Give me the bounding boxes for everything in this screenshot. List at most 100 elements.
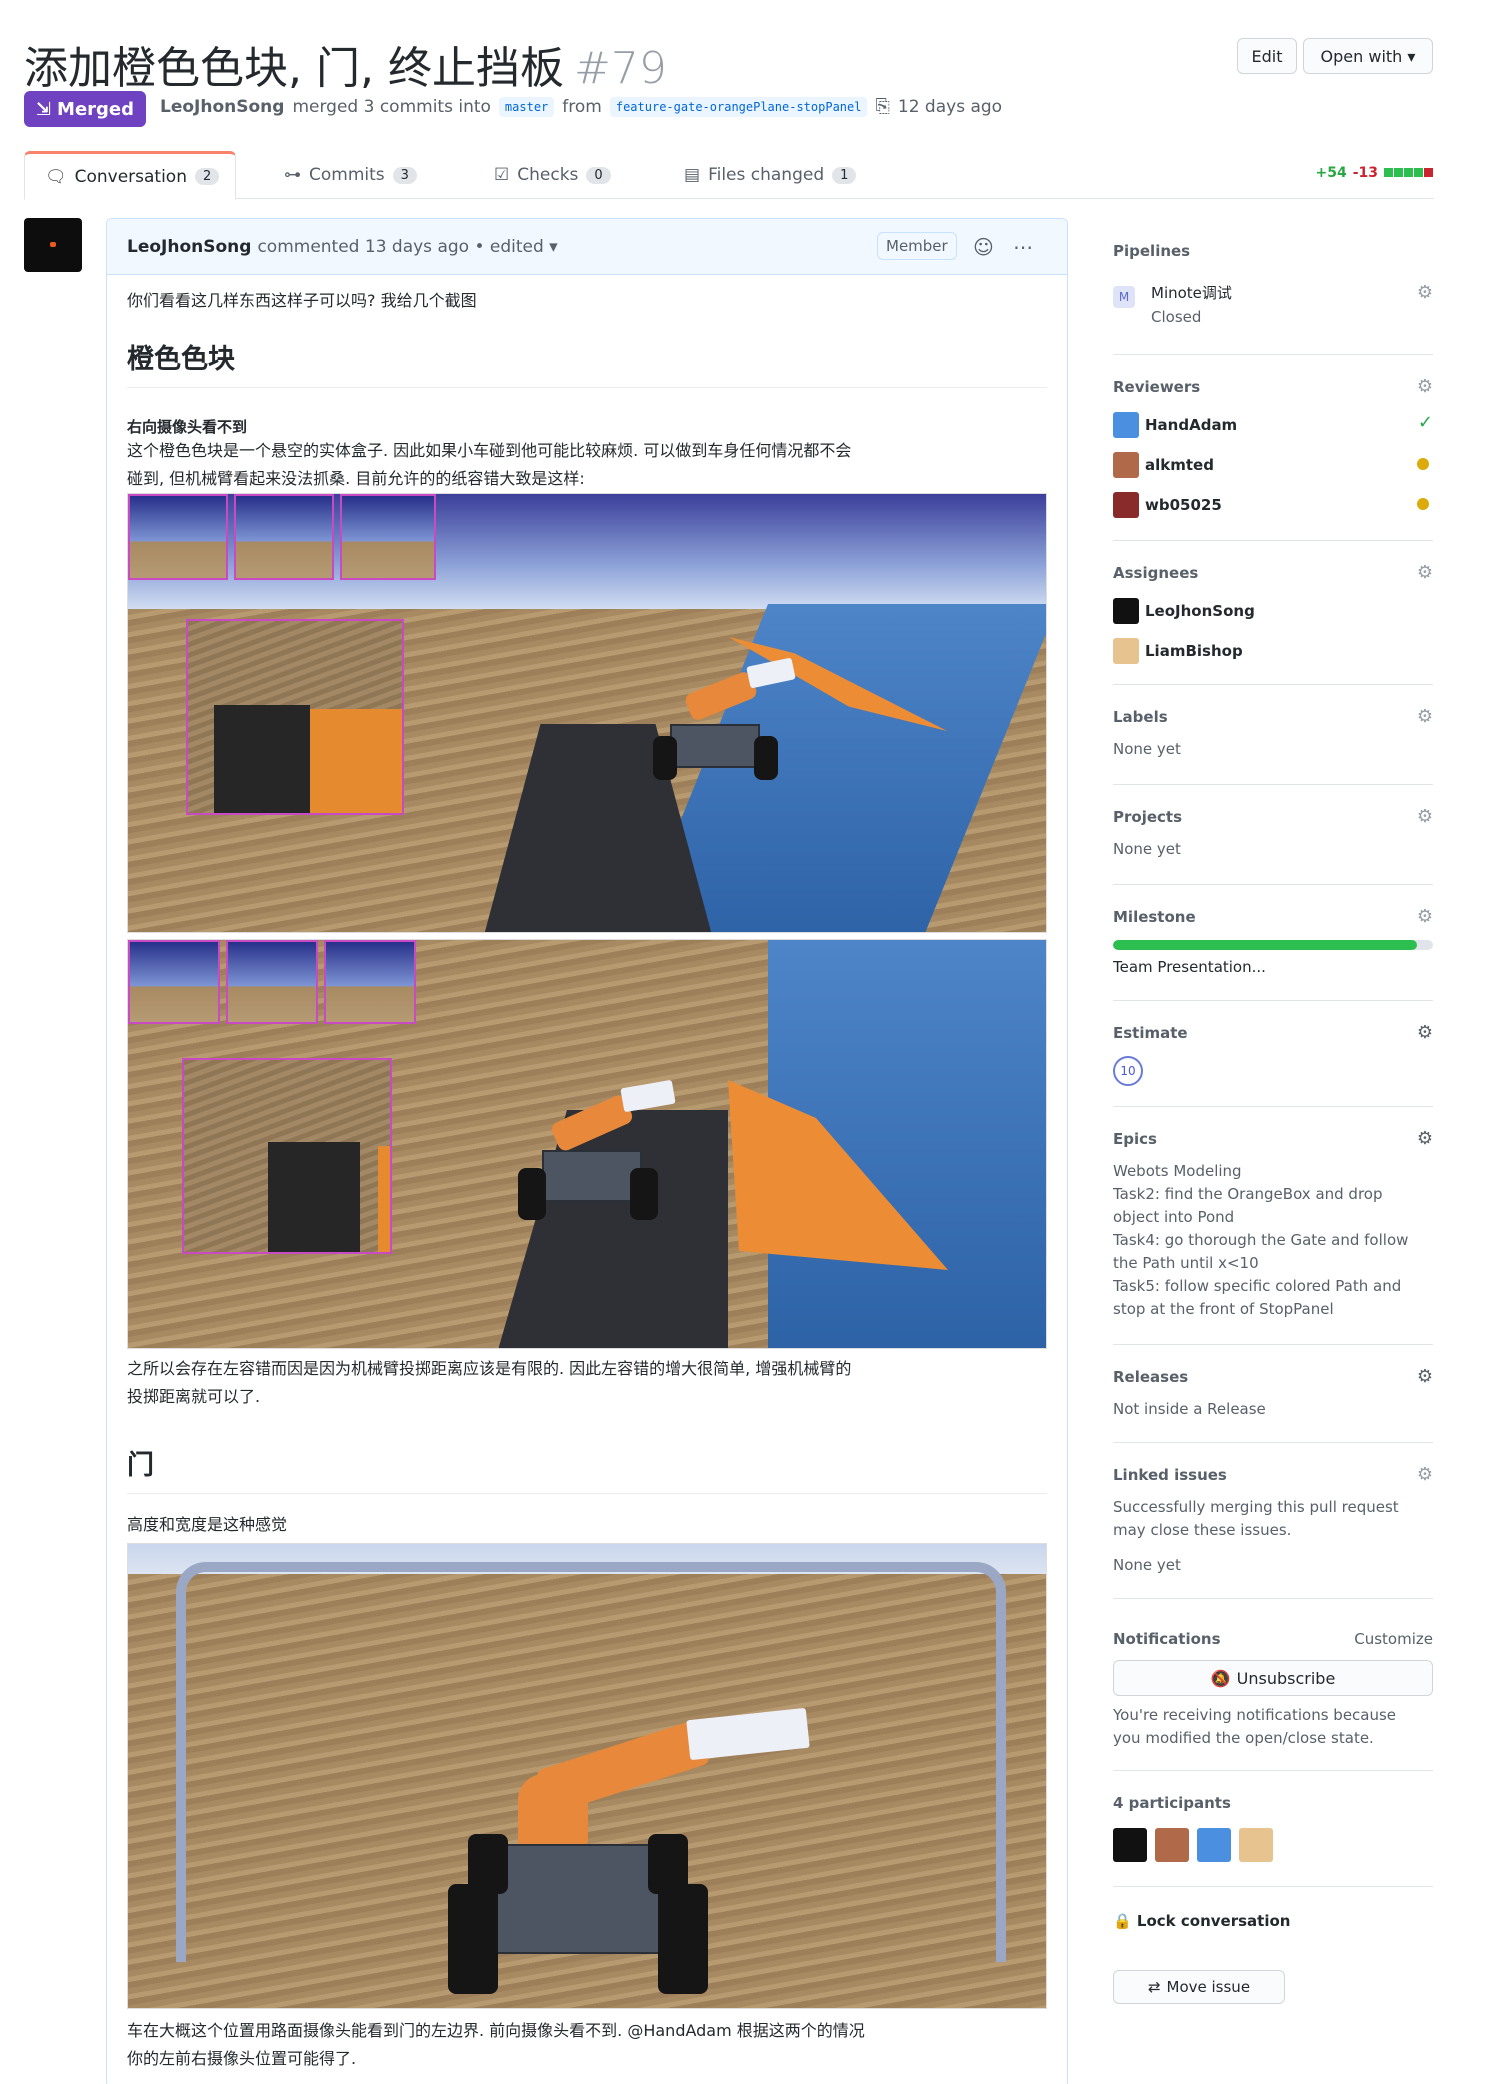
- linked-issues-text: may close these issues.: [1113, 1521, 1292, 1539]
- tab-files-changed[interactable]: ▤ Files changed 1: [664, 151, 876, 199]
- comment-discussion-icon: 🗨: [45, 166, 67, 187]
- comment-meta[interactable]: commented 13 days ago • edited ▾: [257, 237, 557, 257]
- head-branch[interactable]: feature-gate-orangePlane-stopPanel: [609, 96, 868, 117]
- gear-icon[interactable]: ⚙: [1417, 706, 1433, 727]
- epic-line[interactable]: Task2: find the OrangeBox and drop: [1113, 1183, 1383, 1206]
- gear-icon[interactable]: ⚙: [1417, 1366, 1433, 1387]
- estimate-badge[interactable]: 10: [1113, 1056, 1143, 1086]
- tab-label: Commits: [309, 165, 385, 185]
- reviewer-item[interactable]: HandAdam: [1113, 412, 1237, 438]
- diff-deletions: -13: [1352, 165, 1378, 181]
- divider: [1113, 684, 1433, 685]
- screenshot-image: [127, 493, 1047, 933]
- epic-line[interactable]: Webots Modeling: [1113, 1160, 1242, 1183]
- avatar: [1113, 452, 1139, 478]
- gear-icon[interactable]: ⚙: [1417, 376, 1433, 397]
- pr-tabs: 🗨 Conversation 2 ⊶ Commits 3 ☑ Checks 0 …: [24, 151, 1434, 200]
- avatar: [1113, 412, 1139, 438]
- assignee-name: LiamBishop: [1145, 642, 1243, 660]
- gear-icon[interactable]: ⚙: [1417, 562, 1433, 583]
- pr-title-text: 添加橙色色块, 门, 终止挡板: [24, 43, 564, 94]
- epics-heading: Epics: [1113, 1130, 1157, 1148]
- move-icon: ⇄: [1147, 1978, 1161, 1996]
- gear-icon[interactable]: ⚙: [1417, 806, 1433, 827]
- checklist-icon: ☑: [494, 165, 510, 185]
- projects-heading[interactable]: Projects: [1113, 808, 1182, 826]
- avatar[interactable]: [1155, 1828, 1189, 1862]
- merge-text: merged 3 commits into: [292, 96, 491, 117]
- tab-commits[interactable]: ⊶ Commits 3: [264, 151, 437, 199]
- member-label: Member: [877, 232, 957, 260]
- gear-icon[interactable]: ⚙: [1417, 1464, 1433, 1485]
- merge-meta: LeoJhonSong merged 3 commits into master…: [160, 96, 1002, 117]
- divider: [1113, 1442, 1433, 1443]
- tab-conversation[interactable]: 🗨 Conversation 2: [24, 151, 236, 200]
- from-text: from: [562, 96, 602, 117]
- heading-divider: [127, 387, 1047, 388]
- merged-status-badge: ⇲ Merged: [24, 91, 146, 127]
- notifications-heading: Notifications: [1113, 1630, 1221, 1648]
- divider: [1113, 1344, 1433, 1345]
- linked-issues-heading[interactable]: Linked issues: [1113, 1466, 1227, 1484]
- epic-line[interactable]: the Path until x<10: [1113, 1252, 1259, 1275]
- move-issue-button[interactable]: ⇄ Move issue: [1113, 1970, 1285, 2004]
- file-diff-icon: ▤: [684, 165, 701, 185]
- smiley-icon[interactable]: ☺: [973, 235, 994, 259]
- gear-icon[interactable]: ⚙: [1417, 282, 1433, 303]
- tab-label: Conversation: [74, 166, 187, 187]
- tab-checks[interactable]: ☑ Checks 0: [474, 151, 631, 199]
- tab-label: Checks: [517, 165, 579, 185]
- screenshot-image: [127, 1543, 1047, 2009]
- assignees-heading[interactable]: Assignees: [1113, 564, 1198, 582]
- comment-card: LeoJhonSong commented 13 days ago • edit…: [106, 218, 1068, 2084]
- gear-icon[interactable]: ⚙: [1417, 1128, 1433, 1149]
- comment-author[interactable]: LeoJhonSong: [127, 237, 251, 257]
- gear-icon[interactable]: ⚙: [1417, 906, 1433, 927]
- section-heading: 门: [127, 1450, 154, 1481]
- avatar[interactable]: [1113, 1828, 1147, 1862]
- unsubscribe-button[interactable]: 🔕 Unsubscribe: [1113, 1660, 1433, 1696]
- gear-icon[interactable]: ⚙: [1417, 1022, 1433, 1043]
- diffstat-bar: [1384, 165, 1434, 181]
- milestone-heading[interactable]: Milestone: [1113, 908, 1196, 926]
- reviewer-item[interactable]: wb05025: [1113, 492, 1222, 518]
- pending-review-dot: [1417, 498, 1429, 510]
- epic-line[interactable]: Task4: go thorough the Gate and follow: [1113, 1229, 1408, 1252]
- open-with-button[interactable]: Open with ▾: [1303, 38, 1433, 74]
- avatar[interactable]: [1197, 1828, 1231, 1862]
- pipeline-name[interactable]: Minote调试: [1151, 282, 1232, 305]
- epic-line[interactable]: Task5: follow specific colored Path and: [1113, 1275, 1401, 1298]
- releases-heading: Releases: [1113, 1368, 1189, 1386]
- divider: [1113, 540, 1433, 541]
- epic-line[interactable]: object into Pond: [1113, 1206, 1234, 1229]
- base-branch[interactable]: master: [498, 96, 555, 117]
- author-link[interactable]: LeoJhonSong: [160, 97, 284, 117]
- epic-line[interactable]: stop at the front of StopPanel: [1113, 1298, 1334, 1321]
- notification-reason: You're receiving notifications because: [1113, 1706, 1397, 1724]
- tab-counter: 2: [195, 168, 220, 185]
- divider: [1113, 1598, 1433, 1599]
- divider: [1113, 1000, 1433, 1001]
- screenshot-image: [127, 939, 1047, 1349]
- avatar[interactable]: [1239, 1828, 1273, 1862]
- avatar: [1113, 492, 1139, 518]
- section-heading: 橙色色块: [127, 344, 235, 375]
- labels-heading[interactable]: Labels: [1113, 708, 1168, 726]
- milestone-value[interactable]: Team Presentation...: [1113, 956, 1266, 979]
- pipelines-heading: Pipelines: [1113, 242, 1191, 260]
- reviewer-item[interactable]: alkmted: [1113, 452, 1214, 478]
- approved-check-icon: ✓: [1417, 412, 1433, 433]
- comment-header: LeoJhonSong commented 13 days ago • edit…: [107, 219, 1067, 275]
- more-options-icon[interactable]: ⋯: [1013, 235, 1033, 259]
- bell-slash-icon: 🔕: [1210, 1668, 1231, 1688]
- author-avatar[interactable]: [24, 218, 82, 272]
- edit-button[interactable]: Edit: [1237, 38, 1297, 74]
- divider: [1113, 1770, 1433, 1771]
- reviewers-heading[interactable]: Reviewers: [1113, 378, 1200, 396]
- assignee-item[interactable]: LiamBishop: [1113, 638, 1243, 664]
- copy-branch-icon[interactable]: ⎘: [875, 96, 889, 117]
- lock-conversation-link[interactable]: 🔒 Lock conversation: [1113, 1910, 1290, 1933]
- assignee-item[interactable]: LeoJhonSong: [1113, 598, 1255, 624]
- customize-link[interactable]: Customize: [1354, 1628, 1433, 1651]
- pending-review-dot: [1417, 458, 1429, 470]
